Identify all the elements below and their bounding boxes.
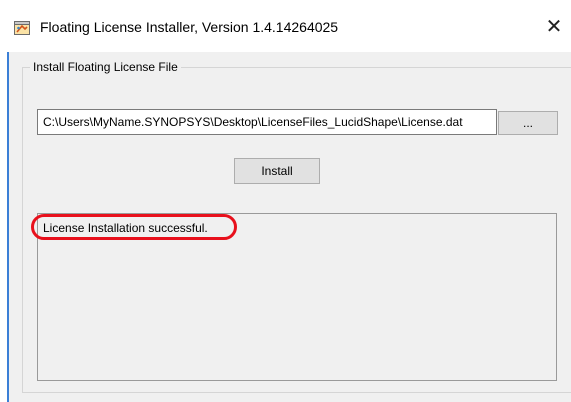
browse-button[interactable]: ... xyxy=(498,111,558,135)
output-log-area[interactable]: License Installation successful. xyxy=(37,213,557,381)
groupbox-label: Install Floating License File xyxy=(30,60,181,74)
installation-status-message: License Installation successful. xyxy=(43,221,208,235)
window-title: Floating License Installer, Version 1.4.… xyxy=(40,19,339,35)
close-button[interactable]: ✕ xyxy=(540,14,568,40)
install-button[interactable]: Install xyxy=(234,158,320,184)
window-left-border xyxy=(7,52,9,402)
installer-app-icon xyxy=(14,20,30,36)
license-file-path-field[interactable]: C:\Users\MyName.SYNOPSYS\Desktop\License… xyxy=(37,109,497,135)
title-bar: Floating License Installer, Version 1.4.… xyxy=(0,0,571,52)
